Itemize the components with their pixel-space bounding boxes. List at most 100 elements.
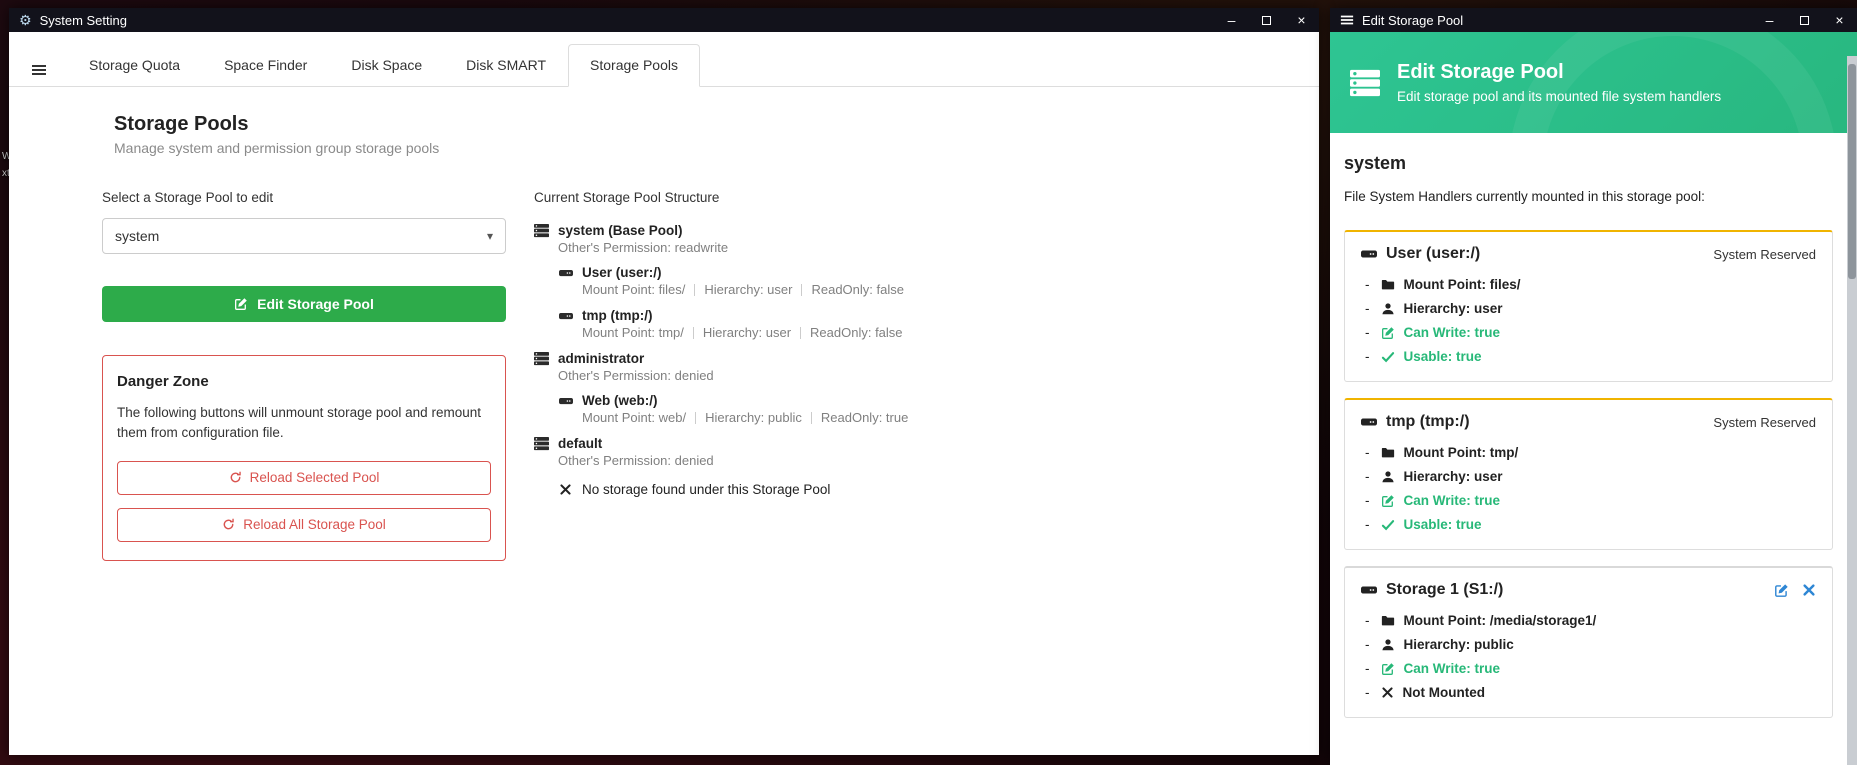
handler-mount-point: Mount Point: tmp/: [1365, 445, 1816, 460]
pool-name: system (Base Pool): [558, 223, 683, 238]
handler-item-text: Usable: true: [1404, 349, 1482, 364]
tab-space-finder[interactable]: Space Finder: [202, 44, 329, 87]
drive-icon: [1361, 414, 1377, 430]
remove-handler-icon[interactable]: [1802, 583, 1816, 598]
storage-mount: Mount Point: files/: [582, 282, 685, 297]
structure-title: Current Storage Pool Structure: [534, 190, 1319, 205]
folder-icon: [1381, 446, 1395, 460]
banner-title: Edit Storage Pool: [1397, 61, 1721, 84]
reload-all-pool-button[interactable]: Reload All Storage Pool: [117, 508, 491, 542]
server-icon: [534, 223, 549, 238]
window-title: System Setting: [40, 13, 127, 28]
handlers-description: File System Handlers currently mounted i…: [1344, 189, 1833, 204]
handler-item-text: Hierarchy: user: [1404, 469, 1503, 484]
handler-title: User (user:/): [1386, 245, 1480, 263]
tab-storage-pools[interactable]: Storage Pools: [568, 44, 700, 87]
handler-item-text: Usable: true: [1404, 517, 1482, 532]
selected-pool-value: system: [115, 228, 159, 244]
scrollbar[interactable]: [1847, 56, 1857, 765]
divider: [693, 327, 694, 339]
drive-icon: [559, 394, 573, 408]
handler-hierarchy: Hierarchy: user: [1365, 469, 1816, 484]
pool-name: default: [558, 436, 602, 451]
tab-disk-space[interactable]: Disk Space: [329, 44, 444, 87]
storage-readonly: ReadOnly: false: [810, 325, 903, 340]
storage-pools-page: Storage Pools Manage system and permissi…: [9, 87, 1319, 755]
system-settings-window: ⚙ System Setting – × Storage Quota Space…: [9, 8, 1319, 755]
handler-title: Storage 1 (S1:/): [1386, 581, 1503, 599]
maximize-icon: [1262, 16, 1271, 25]
storage-readonly: ReadOnly: true: [821, 410, 908, 425]
window-controls: – ×: [1214, 8, 1319, 32]
menu-icon: [1340, 13, 1354, 27]
handler-item-text: Can Write: true: [1404, 325, 1501, 340]
handler-item-text: Hierarchy: public: [1404, 637, 1514, 652]
scrollbar-thumb[interactable]: [1848, 64, 1856, 279]
danger-zone-description: The following buttons will unmount stora…: [117, 403, 491, 444]
close-button[interactable]: ×: [1284, 8, 1319, 32]
handler-can-write: Can Write: true: [1365, 493, 1816, 508]
system-reserved-badge: System Reserved: [1713, 415, 1816, 430]
empty-pool-message: No storage found under this Storage Pool: [559, 482, 1319, 497]
divider: [695, 412, 696, 424]
storage-mount: Mount Point: tmp/: [582, 325, 684, 340]
danger-zone-card: Danger Zone The following buttons will u…: [102, 355, 506, 561]
server-icon: [534, 436, 549, 451]
handler-usable: Usable: true: [1365, 349, 1816, 364]
check-icon: [1381, 350, 1395, 364]
user-icon: [1381, 302, 1395, 316]
system-settings-titlebar[interactable]: ⚙ System Setting – ×: [9, 8, 1319, 32]
tab-storage-quota[interactable]: Storage Quota: [67, 44, 202, 87]
pool-node-administrator: administrator Other's Permission: denied…: [534, 351, 1319, 425]
refresh-icon: [229, 471, 242, 484]
edit-storage-pool-label: Edit Storage Pool: [257, 296, 374, 312]
edit-handler-icon[interactable]: [1774, 583, 1789, 598]
menu-icon[interactable]: [31, 62, 47, 78]
storage-hierarchy: Hierarchy: user: [704, 282, 792, 297]
storage-readonly: ReadOnly: false: [811, 282, 904, 297]
handler-actions: [1774, 583, 1816, 598]
handler-card-tmp: tmp (tmp:/) System Reserved Mount Point:…: [1344, 398, 1833, 550]
storage-pool-icon: [1350, 68, 1380, 98]
pool-name-heading: system: [1344, 153, 1833, 174]
storage-mount: Mount Point: web/: [582, 410, 686, 425]
user-icon: [1381, 470, 1395, 484]
minimize-button[interactable]: –: [1752, 8, 1787, 32]
page-subtitle: Manage system and permission group stora…: [114, 140, 1319, 156]
drive-icon: [559, 266, 573, 280]
pool-permission: Other's Permission: readwrite: [558, 240, 1319, 255]
edit-storage-pool-button[interactable]: Edit Storage Pool: [102, 286, 506, 322]
handler-item-text: Can Write: true: [1404, 493, 1501, 508]
maximize-button[interactable]: [1249, 8, 1284, 32]
reload-all-pool-label: Reload All Storage Pool: [243, 517, 386, 532]
edit-icon: [1381, 494, 1395, 508]
reload-selected-pool-label: Reload Selected Pool: [250, 470, 380, 485]
folder-icon: [1381, 614, 1395, 628]
storage-name: User (user:/): [582, 265, 662, 280]
pool-node-system: system (Base Pool) Other's Permission: r…: [534, 223, 1319, 340]
maximize-icon: [1800, 16, 1809, 25]
tab-disk-smart[interactable]: Disk SMART: [444, 44, 568, 87]
pool-structure-panel: Current Storage Pool Structure system (B…: [534, 190, 1319, 561]
edit-icon: [1381, 662, 1395, 676]
drive-icon: [559, 309, 573, 323]
handler-can-write: Can Write: true: [1365, 661, 1816, 676]
edit-pool-titlebar[interactable]: Edit Storage Pool – ×: [1330, 8, 1857, 32]
minimize-button[interactable]: –: [1214, 8, 1249, 32]
storage-node-web: Web (web:/) Mount Point: web/ Hierarchy:…: [559, 393, 1319, 425]
handler-item-text: Mount Point: files/: [1404, 277, 1521, 292]
handler-item-text: Mount Point: tmp/: [1404, 445, 1519, 460]
maximize-button[interactable]: [1787, 8, 1822, 32]
drive-icon: [1361, 582, 1377, 598]
window-title: Edit Storage Pool: [1362, 13, 1463, 28]
refresh-icon: [222, 518, 235, 531]
times-icon: [1381, 686, 1394, 699]
reload-selected-pool-button[interactable]: Reload Selected Pool: [117, 461, 491, 495]
storage-name: Web (web:/): [582, 393, 658, 408]
close-button[interactable]: ×: [1822, 8, 1857, 32]
handler-card-user: User (user:/) System Reserved Mount Poin…: [1344, 230, 1833, 382]
edit-pool-content: system File System Handlers currently mo…: [1330, 133, 1857, 765]
handler-item-text: Not Mounted: [1403, 685, 1485, 700]
storage-pool-select[interactable]: system ▾: [102, 218, 506, 254]
pool-permission: Other's Permission: denied: [558, 453, 1319, 468]
